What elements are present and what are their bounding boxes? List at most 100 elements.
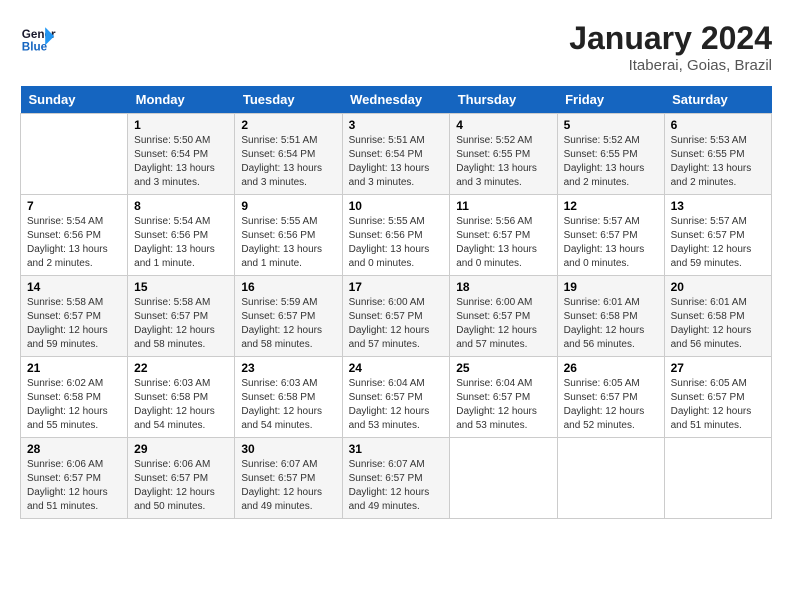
calendar-body: 1 Sunrise: 5:50 AMSunset: 6:54 PMDaylight… xyxy=(21,114,772,519)
day-info: Sunrise: 5:55 AMSunset: 6:56 PMDaylight:… xyxy=(349,215,444,271)
day-number: 27 xyxy=(671,361,765,375)
title-block: January 2024 Itaberai, Goias, Brazil xyxy=(569,20,772,74)
day-number: 4 xyxy=(456,118,550,132)
calendar-cell: 27 Sunrise: 6:05 AMSunset: 6:57 PMDayligh… xyxy=(664,357,771,438)
col-thursday: Thursday xyxy=(450,86,557,114)
day-number: 26 xyxy=(564,361,658,375)
day-info: Sunrise: 5:52 AMSunset: 6:55 PMDaylight:… xyxy=(456,134,550,190)
day-info: Sunrise: 6:04 AMSunset: 6:57 PMDaylight:… xyxy=(456,377,550,433)
day-number: 12 xyxy=(564,199,658,213)
day-info: Sunrise: 5:51 AMSunset: 6:54 PMDaylight:… xyxy=(241,134,335,190)
day-info: Sunrise: 5:58 AMSunset: 6:57 PMDaylight:… xyxy=(27,296,121,352)
col-friday: Friday xyxy=(557,86,664,114)
calendar-cell: 26Sunrise: 6:05 AMSunset: 6:57 PMDayligh… xyxy=(557,357,664,438)
day-info: Sunrise: 5:53 AMSunset: 6:55 PMDaylight:… xyxy=(671,134,765,190)
day-number: 13 xyxy=(671,199,765,213)
calendar-week-3: 14 Sunrise: 5:58 AMSunset: 6:57 PMDayligh… xyxy=(21,276,772,357)
calendar-cell: 22 Sunrise: 6:03 AMSunset: 6:58 PMDayligh… xyxy=(128,357,235,438)
day-number: 28 xyxy=(27,442,121,456)
calendar-cell: 13 Sunrise: 5:57 AMSunset: 6:57 PMDayligh… xyxy=(664,195,771,276)
day-number: 25 xyxy=(456,361,550,375)
day-info: Sunrise: 5:52 AMSunset: 6:55 PMDaylight:… xyxy=(564,134,658,190)
day-number: 24 xyxy=(349,361,444,375)
calendar-cell: 2 Sunrise: 5:51 AMSunset: 6:54 PMDaylight… xyxy=(235,114,342,195)
day-info: Sunrise: 5:55 AMSunset: 6:56 PMDaylight:… xyxy=(241,215,335,271)
col-saturday: Saturday xyxy=(664,86,771,114)
day-number: 9 xyxy=(241,199,335,213)
day-number: 8 xyxy=(134,199,228,213)
calendar-week-5: 28 Sunrise: 6:06 AMSunset: 6:57 PMDayligh… xyxy=(21,438,772,519)
day-number: 14 xyxy=(27,280,121,294)
calendar-cell: 6 Sunrise: 5:53 AMSunset: 6:55 PMDaylight… xyxy=(664,114,771,195)
calendar-week-2: 7 Sunrise: 5:54 AMSunset: 6:56 PMDaylight… xyxy=(21,195,772,276)
calendar-cell: 11 Sunrise: 5:56 AMSunset: 6:57 PMDayligh… xyxy=(450,195,557,276)
calendar-cell: 25 Sunrise: 6:04 AMSunset: 6:57 PMDayligh… xyxy=(450,357,557,438)
calendar-cell: 18Sunrise: 6:00 AMSunset: 6:57 PMDayligh… xyxy=(450,276,557,357)
calendar-cell: 24Sunrise: 6:04 AMSunset: 6:57 PMDayligh… xyxy=(342,357,450,438)
logo-icon: General Blue xyxy=(20,20,56,56)
day-number: 5 xyxy=(564,118,658,132)
day-number: 19 xyxy=(564,280,658,294)
page-header: General Blue January 2024 Itaberai, Goia… xyxy=(20,20,772,74)
day-info: Sunrise: 6:07 AMSunset: 6:57 PMDaylight:… xyxy=(241,458,335,514)
day-info: Sunrise: 6:01 AMSunset: 6:58 PMDaylight:… xyxy=(671,296,765,352)
day-info: Sunrise: 6:06 AMSunset: 6:57 PMDaylight:… xyxy=(134,458,228,514)
day-info: Sunrise: 5:50 AMSunset: 6:54 PMDaylight:… xyxy=(134,134,228,190)
calendar-cell xyxy=(21,114,128,195)
day-info: Sunrise: 6:02 AMSunset: 6:58 PMDaylight:… xyxy=(27,377,121,433)
day-number: 17 xyxy=(349,280,444,294)
day-info: Sunrise: 5:54 AMSunset: 6:56 PMDaylight:… xyxy=(134,215,228,271)
day-info: Sunrise: 6:03 AMSunset: 6:58 PMDaylight:… xyxy=(134,377,228,433)
day-number: 11 xyxy=(456,199,550,213)
day-number: 20 xyxy=(671,280,765,294)
calendar-cell: 30 Sunrise: 6:07 AMSunset: 6:57 PMDayligh… xyxy=(235,438,342,519)
day-info: Sunrise: 5:57 AMSunset: 6:57 PMDaylight:… xyxy=(564,215,658,271)
day-number: 7 xyxy=(27,199,121,213)
day-number: 3 xyxy=(349,118,444,132)
header-row: Sunday Monday Tuesday Wednesday Thursday… xyxy=(21,86,772,114)
calendar-cell: 12 Sunrise: 5:57 AMSunset: 6:57 PMDayligh… xyxy=(557,195,664,276)
col-sunday: Sunday xyxy=(21,86,128,114)
col-wednesday: Wednesday xyxy=(342,86,450,114)
day-info: Sunrise: 5:58 AMSunset: 6:57 PMDaylight:… xyxy=(134,296,228,352)
day-number: 2 xyxy=(241,118,335,132)
day-number: 29 xyxy=(134,442,228,456)
calendar-cell: 8 Sunrise: 5:54 AMSunset: 6:56 PMDaylight… xyxy=(128,195,235,276)
calendar-cell: 9 Sunrise: 5:55 AMSunset: 6:56 PMDaylight… xyxy=(235,195,342,276)
day-number: 30 xyxy=(241,442,335,456)
col-monday: Monday xyxy=(128,86,235,114)
day-info: Sunrise: 6:05 AMSunset: 6:57 PMDaylight:… xyxy=(671,377,765,433)
calendar-cell: 21Sunrise: 6:02 AMSunset: 6:58 PMDayligh… xyxy=(21,357,128,438)
calendar-cell: 31Sunrise: 6:07 AMSunset: 6:57 PMDayligh… xyxy=(342,438,450,519)
calendar-cell: 7 Sunrise: 5:54 AMSunset: 6:56 PMDaylight… xyxy=(21,195,128,276)
calendar-cell: 5 Sunrise: 5:52 AMSunset: 6:55 PMDaylight… xyxy=(557,114,664,195)
day-number: 16 xyxy=(241,280,335,294)
calendar-cell: 20 Sunrise: 6:01 AMSunset: 6:58 PMDayligh… xyxy=(664,276,771,357)
calendar-cell: 28 Sunrise: 6:06 AMSunset: 6:57 PMDayligh… xyxy=(21,438,128,519)
calendar-cell: 23Sunrise: 6:03 AMSunset: 6:58 PMDayligh… xyxy=(235,357,342,438)
calendar-cell: 3 Sunrise: 5:51 AMSunset: 6:54 PMDaylight… xyxy=(342,114,450,195)
day-number: 6 xyxy=(671,118,765,132)
calendar-cell: 17 Sunrise: 6:00 AMSunset: 6:57 PMDayligh… xyxy=(342,276,450,357)
day-info: Sunrise: 6:00 AMSunset: 6:57 PMDaylight:… xyxy=(349,296,444,352)
page-title: January 2024 xyxy=(569,20,772,57)
calendar-cell: 10Sunrise: 5:55 AMSunset: 6:56 PMDayligh… xyxy=(342,195,450,276)
day-number: 1 xyxy=(134,118,228,132)
day-info: Sunrise: 6:06 AMSunset: 6:57 PMDaylight:… xyxy=(27,458,121,514)
calendar-cell xyxy=(450,438,557,519)
calendar-cell: 14 Sunrise: 5:58 AMSunset: 6:57 PMDayligh… xyxy=(21,276,128,357)
day-info: Sunrise: 6:07 AMSunset: 6:57 PMDaylight:… xyxy=(349,458,444,514)
day-info: Sunrise: 6:00 AMSunset: 6:57 PMDaylight:… xyxy=(456,296,550,352)
calendar-week-4: 21Sunrise: 6:02 AMSunset: 6:58 PMDayligh… xyxy=(21,357,772,438)
day-info: Sunrise: 5:54 AMSunset: 6:56 PMDaylight:… xyxy=(27,215,121,271)
day-info: Sunrise: 5:57 AMSunset: 6:57 PMDaylight:… xyxy=(671,215,765,271)
day-number: 22 xyxy=(134,361,228,375)
calendar-cell: 4 Sunrise: 5:52 AMSunset: 6:55 PMDaylight… xyxy=(450,114,557,195)
day-number: 15 xyxy=(134,280,228,294)
svg-text:Blue: Blue xyxy=(22,41,48,54)
calendar-cell: 16Sunrise: 5:59 AMSunset: 6:57 PMDayligh… xyxy=(235,276,342,357)
day-info: Sunrise: 5:56 AMSunset: 6:57 PMDaylight:… xyxy=(456,215,550,271)
day-info: Sunrise: 5:51 AMSunset: 6:54 PMDaylight:… xyxy=(349,134,444,190)
col-tuesday: Tuesday xyxy=(235,86,342,114)
calendar-header: Sunday Monday Tuesday Wednesday Thursday… xyxy=(21,86,772,114)
